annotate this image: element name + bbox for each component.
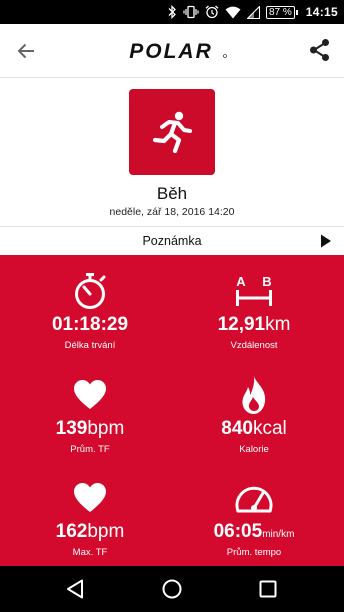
system-nav-bar: [0, 566, 344, 612]
nav-back-button[interactable]: [64, 577, 88, 601]
battery-icon: 87 %: [266, 5, 298, 19]
status-bar: 87 % 14:15: [0, 0, 344, 24]
stat-avg-hr: 139bpm Prům. TF: [4, 359, 176, 463]
stats-panel: 01:18:29 Délka trvání A B 12,91km Vzdále…: [0, 255, 344, 566]
polar-logo: POLAR: [115, 39, 229, 63]
app-bar: POLAR: [0, 24, 344, 78]
stopwatch-icon: [75, 273, 106, 309]
distance-label: Vzdálenost: [230, 340, 278, 351]
avg-pace-label: Prům. tempo: [226, 547, 282, 558]
play-arrow-icon: [321, 234, 331, 248]
session-date: neděle, zář 18, 2016 14:20: [109, 206, 235, 218]
heart-icon: [74, 380, 106, 409]
heart-icon: [74, 483, 106, 512]
nav-recents-button[interactable]: [256, 577, 280, 601]
bluetooth-icon: [167, 5, 177, 19]
avg-hr-value: 139bpm: [55, 418, 125, 439]
back-triangle-icon: [67, 579, 83, 599]
svg-text:POLAR: POLAR: [129, 40, 213, 63]
status-icons: 87 % 14:15: [167, 0, 338, 24]
stat-duration: 01:18:29 Délka trvání: [4, 255, 176, 359]
sport-name: Běh: [156, 184, 188, 203]
arrow-left-icon: [17, 43, 34, 59]
back-button[interactable]: [12, 37, 40, 65]
alarm-icon: [205, 5, 219, 19]
sport-icon-tile: [129, 89, 215, 175]
stat-calories: 840kcal Kalorie: [168, 359, 340, 463]
stat-max-hr: 162bpm Max. TF: [4, 462, 176, 566]
calories-value: 840kcal: [221, 418, 287, 439]
avg-pace-value: 06:05min/km: [213, 521, 295, 542]
stat-avg-pace: 06:05min/km Prům. tempo: [168, 462, 340, 566]
wifi-icon: [225, 6, 241, 19]
signal-icon: [247, 5, 260, 19]
distance-value: 12,91km: [217, 314, 291, 335]
nav-home-button[interactable]: [160, 577, 184, 601]
svg-text:A: A: [236, 274, 246, 289]
stat-distance: A B 12,91km Vzdálenost: [168, 255, 340, 359]
running-figure-icon: [152, 111, 192, 154]
recents-square-icon: [259, 580, 277, 598]
flame-icon: [242, 376, 266, 414]
max-hr-label: Max. TF: [72, 547, 108, 558]
max-hr-value: 162bpm: [55, 521, 125, 542]
calories-label: Kalorie: [239, 444, 269, 455]
vibrate-icon: [183, 5, 199, 19]
battery-level: 87 %: [266, 5, 295, 19]
a-b-distance-icon: A B: [236, 274, 272, 306]
share-button[interactable]: [306, 36, 334, 64]
duration-label: Délka trvání: [64, 340, 116, 351]
note-label: Poznámka: [142, 234, 202, 248]
avg-hr-label: Prům. TF: [70, 444, 110, 455]
duration-value: 01:18:29: [51, 314, 129, 335]
clock-time: 14:15: [305, 5, 338, 19]
share-icon: [310, 39, 329, 61]
note-row[interactable]: Poznámka: [0, 226, 344, 255]
home-circle-icon: [162, 579, 182, 599]
svg-text:B: B: [262, 274, 271, 289]
speedometer-icon: [235, 486, 273, 513]
